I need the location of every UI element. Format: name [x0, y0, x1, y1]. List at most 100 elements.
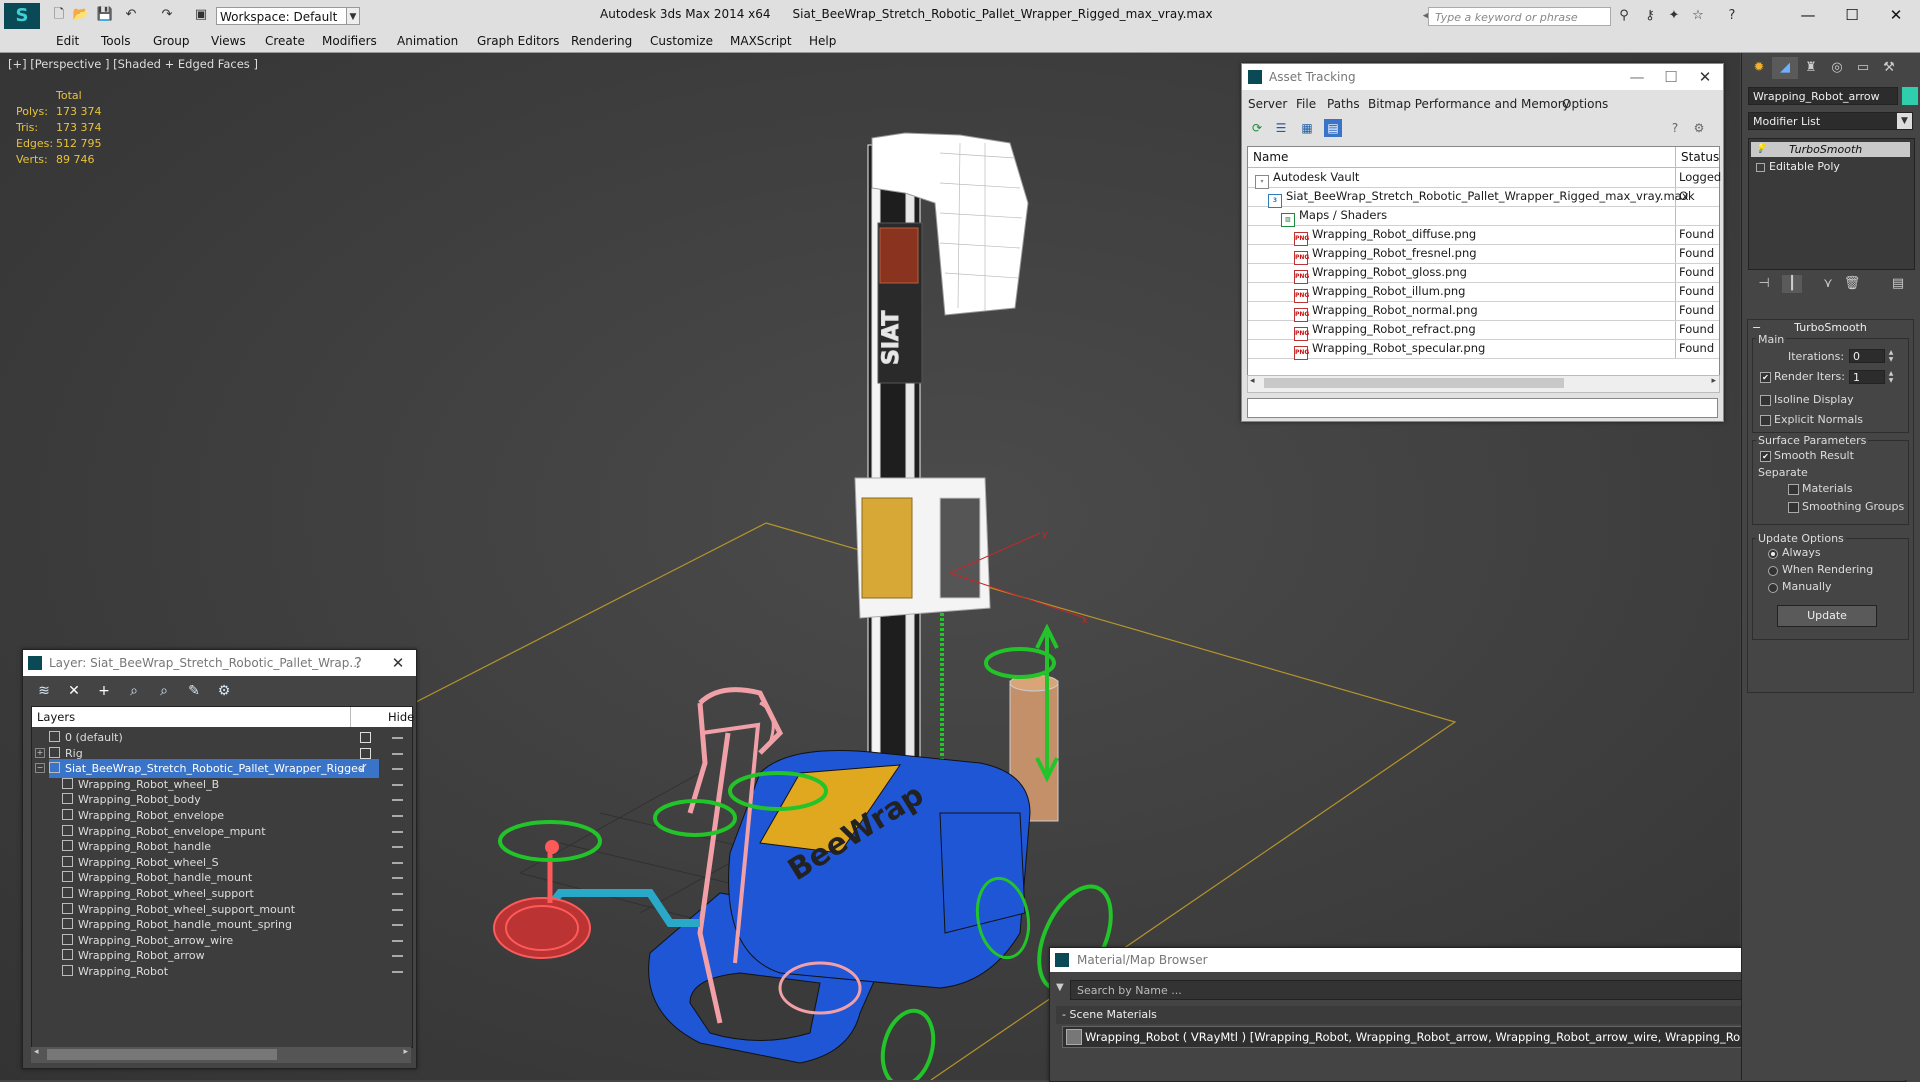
expand-toggle-icon[interactable]: + [35, 747, 45, 758]
scroll-thumb[interactable] [47, 1049, 277, 1060]
hide-toggle[interactable] [392, 924, 403, 927]
hierarchy-tab-icon[interactable]: ♜ [1798, 57, 1824, 79]
show-end-result-icon[interactable]: ┃ [1782, 275, 1802, 293]
save-file-icon[interactable]: 💾 [96, 6, 114, 24]
menu-create[interactable]: Create [265, 34, 305, 48]
asset-row[interactable]: ▾ Autodesk Vault Logged [1248, 168, 1721, 189]
layer-horizontal-scrollbar[interactable]: ◂ ▸ [31, 1047, 411, 1063]
settings-icon[interactable]: ⚙ [1690, 119, 1708, 137]
remove-modifier-icon[interactable]: 🗑 [1842, 275, 1862, 293]
col-name[interactable]: Name [1253, 150, 1288, 164]
active-layer-box[interactable] [360, 732, 371, 743]
update-manually-radio[interactable] [1768, 583, 1778, 593]
viewport-label-menu[interactable]: [+] [Perspective ] [Shaded + Edged Faces… [8, 57, 258, 71]
update-always-radio[interactable] [1768, 549, 1778, 559]
menu-modifiers[interactable]: Modifiers [322, 34, 377, 48]
layer-close-button[interactable]: ✕ [383, 650, 413, 676]
asset-row[interactable]: PNG Wrapping_Robot_refract.png Found [1248, 320, 1719, 341]
update-when-rendering-radio[interactable] [1768, 566, 1778, 576]
separate-materials-checkbox[interactable] [1788, 484, 1799, 495]
app-logo-icon[interactable]: S [4, 3, 40, 29]
utilities-tab-icon[interactable]: ⚒ [1876, 57, 1902, 79]
explicit-normals-checkbox[interactable] [1760, 415, 1771, 426]
menu-group[interactable]: Group [153, 34, 190, 48]
asset-close-button[interactable]: ✕ [1690, 64, 1720, 90]
asset-menu-server[interactable]: Server [1248, 97, 1287, 111]
col-hide[interactable]: Hide [388, 707, 414, 727]
menu-graph-editors[interactable]: Graph Editors [477, 34, 559, 48]
motion-tab-icon[interactable]: ◎ [1824, 57, 1850, 79]
thumbnail-view-icon[interactable]: ▦ [1298, 119, 1316, 137]
hide-toggle[interactable] [392, 752, 403, 755]
display-tab-icon[interactable]: ▭ [1850, 57, 1876, 79]
subscription-icon[interactable]: ⚷ [1640, 7, 1660, 25]
expand-toggle-icon[interactable]: − [35, 763, 45, 774]
undo-icon[interactable]: ↶ [122, 6, 140, 24]
layer-help-button[interactable]: ? [343, 650, 373, 676]
scroll-left-icon[interactable]: ◂ [34, 1047, 39, 1057]
help-icon[interactable]: ? [1666, 119, 1684, 137]
select-objects-icon[interactable]: ⌕ [153, 681, 175, 701]
asset-row[interactable]: ▨ Maps / Shaders [1248, 206, 1719, 227]
hide-toggle[interactable] [392, 799, 403, 802]
stack-item-editable-poly[interactable]: Editable Poly [1751, 159, 1910, 174]
col-status[interactable]: Status [1681, 150, 1719, 164]
hide-toggle[interactable] [392, 908, 403, 911]
render-iters-spinner[interactable]: 1 [1849, 370, 1885, 384]
lightbulb-icon[interactable]: 💡 [1755, 142, 1766, 157]
smooth-result-checkbox[interactable]: ✔ [1760, 451, 1771, 462]
hide-toggle[interactable] [392, 939, 403, 942]
hide-toggle[interactable] [392, 955, 403, 958]
asset-row[interactable]: PNG Wrapping_Robot_fresnel.png Found [1248, 244, 1719, 265]
hide-toggle[interactable] [392, 768, 403, 771]
workspace-dropdown[interactable]: Workspace: Default [216, 7, 354, 25]
communication-center-icon[interactable]: ✦ [1664, 7, 1684, 25]
create-layer-icon[interactable]: + [93, 681, 115, 701]
hide-toggle[interactable] [392, 861, 403, 864]
asset-row[interactable]: PNG Wrapping_Robot_gloss.png Found [1248, 263, 1719, 284]
iterations-spinner[interactable]: 0 [1849, 349, 1885, 363]
modifier-list-dropdown[interactable]: Modifier List [1748, 112, 1913, 130]
scroll-right-icon[interactable]: ▸ [403, 1047, 408, 1057]
new-file-icon[interactable]: 🗋 [50, 6, 68, 24]
minimize-button[interactable]: — [1790, 3, 1826, 27]
asset-row[interactable]: PNG Wrapping_Robot_illum.png Found [1248, 282, 1719, 303]
menu-customize[interactable]: Customize [650, 34, 713, 48]
modify-tab-icon[interactable]: ◢ [1772, 57, 1798, 79]
chevron-down-icon[interactable]: ▼ [1897, 113, 1912, 129]
spinner-arrows-icon[interactable]: ▲ ▼ [1887, 349, 1895, 363]
maximize-button[interactable]: ☐ [1834, 3, 1870, 27]
chevron-down-icon[interactable]: ▼ [346, 7, 360, 25]
delete-layer-icon[interactable]: ✕ [63, 681, 85, 701]
col-layers[interactable]: Layers [37, 707, 75, 727]
menu-help[interactable]: Help [809, 34, 836, 48]
render-iters-checkbox[interactable]: ✔ [1760, 372, 1771, 383]
table-view-icon[interactable]: ▤ [1324, 119, 1342, 137]
active-layer-box[interactable] [360, 747, 371, 759]
menu-maxscript[interactable]: MAXScript [730, 34, 792, 48]
stack-item-turbosmooth[interactable]: 💡 TurboSmooth [1751, 142, 1910, 157]
asset-minimize-button[interactable]: — [1622, 64, 1652, 90]
make-unique-icon[interactable]: ⋎ [1818, 275, 1838, 293]
object-name-field[interactable]: Wrapping_Robot_arrow [1748, 87, 1898, 105]
search-input[interactable]: Type a keyword or phrase [1428, 7, 1611, 26]
layer-row[interactable]: Wrapping_Robot [32, 962, 412, 981]
hide-toggle[interactable] [392, 815, 403, 817]
hide-toggle[interactable] [392, 830, 403, 833]
hide-toggle[interactable] [392, 737, 403, 739]
menu-views[interactable]: Views [211, 34, 246, 48]
configure-sets-icon[interactable]: ▤ [1888, 275, 1908, 293]
menu-tools[interactable]: Tools [101, 34, 131, 48]
spinner-arrows-icon[interactable]: ▲ ▼ [1887, 370, 1895, 384]
redo-icon[interactable]: ↷ [158, 6, 176, 24]
expand-icon[interactable] [1756, 163, 1765, 172]
menu-animation[interactable]: Animation [397, 34, 458, 48]
browser-options-icon[interactable]: ▼ [1056, 982, 1064, 993]
favorites-star-icon[interactable]: ☆ [1688, 7, 1708, 25]
scroll-right-icon[interactable]: ▸ [1711, 376, 1716, 386]
separate-smoothing-groups-checkbox[interactable] [1788, 502, 1799, 513]
refresh-icon[interactable]: ⟳ [1248, 119, 1266, 137]
binoculars-icon[interactable]: ⚲ [1614, 7, 1634, 25]
layer-highlight-icon[interactable]: ✎ [183, 681, 205, 701]
close-window-button[interactable]: ✕ [1878, 3, 1914, 27]
